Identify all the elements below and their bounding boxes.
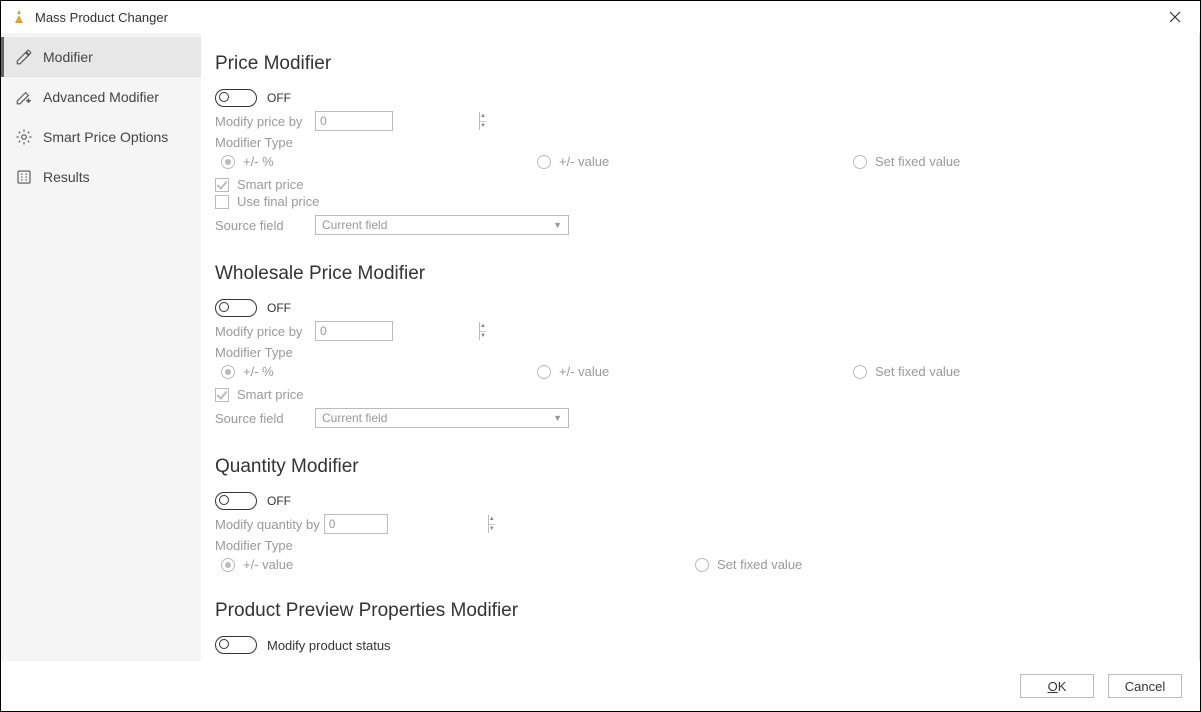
modifier-type-label: Modifier Type [215,345,1169,360]
modify-price-input[interactable]: ▲▼ [315,111,393,131]
source-field-label: Source field [215,218,315,233]
radio-value[interactable]: +/- value [221,557,695,572]
gear-price-icon [15,128,33,146]
sidebar-item-label: Modifier [43,49,93,65]
smart-price-check[interactable]: Smart price [215,387,1169,402]
price-modtype-radios: +/- % +/- value Set fixed value [215,154,1169,169]
modify-price-label: Modify price by [215,114,315,129]
quantity-modtype-radios: +/- value Set fixed value [215,557,1169,572]
spin-down[interactable]: ▼ [489,525,495,534]
section-title: Price Modifier [215,53,1169,75]
spin-up[interactable]: ▲ [480,112,486,122]
close-button[interactable] [1160,2,1190,32]
checkbox-icon [215,178,229,192]
app-icon [11,9,27,25]
section-title: Quantity Modifier [215,456,1169,478]
spin-up[interactable]: ▲ [480,322,486,332]
window-title: Mass Product Changer [35,10,1160,25]
footer: OK Cancel [1,661,1200,711]
modify-quantity-input[interactable]: ▲▼ [324,514,388,534]
edit-plus-icon [15,88,33,106]
wholesale-modtype-radios: +/- % +/- value Set fixed value [215,364,1169,379]
section-preview-modifier: Product Preview Properties Modifier Modi… [215,600,1169,654]
modify-price-value[interactable] [316,112,479,130]
smart-price-check[interactable]: Smart price [215,177,1169,192]
radio-icon [695,558,709,572]
spin-up[interactable]: ▲ [489,515,495,525]
cancel-button[interactable]: Cancel [1108,674,1182,698]
spin-down[interactable]: ▼ [480,332,486,341]
price-toggle-label: OFF [267,91,291,105]
modify-wholesale-input[interactable]: ▲▼ [315,321,393,341]
radio-fixed[interactable]: Set fixed value [853,364,1169,379]
radio-icon [537,365,551,379]
results-icon [15,168,33,186]
status-toggle-label: Modify product status [267,638,391,653]
wholesale-toggle-label: OFF [267,301,291,315]
radio-fixed[interactable]: Set fixed value [853,154,1169,169]
modifier-type-label: Modifier Type [215,538,1169,553]
section-quantity-modifier: Quantity Modifier OFF Modify quantity by… [215,456,1169,572]
checkbox-icon [215,195,229,209]
radio-value[interactable]: +/- value [537,154,853,169]
wholesale-toggle[interactable] [215,299,257,317]
section-wholesale-modifier: Wholesale Price Modifier OFF Modify pric… [215,263,1169,428]
modify-wholesale-value[interactable] [316,322,479,340]
sidebar-item-results[interactable]: Results [1,157,201,197]
radio-icon [221,365,235,379]
radio-icon [221,558,235,572]
radio-icon [221,155,235,169]
sidebar-item-label: Results [43,169,90,185]
edit-icon [15,48,33,66]
price-toggle[interactable] [215,89,257,107]
quantity-toggle[interactable] [215,492,257,510]
sidebar-item-smart-price[interactable]: Smart Price Options [1,117,201,157]
section-title: Product Preview Properties Modifier [215,600,1169,622]
source-field-label: Source field [215,411,315,426]
wholesale-source-select[interactable]: Current field ▼ [315,408,569,428]
radio-icon [537,155,551,169]
use-final-price-check[interactable]: Use final price [215,194,1169,209]
spin-down[interactable]: ▼ [480,122,486,131]
checkbox-icon [215,388,229,402]
radio-fixed[interactable]: Set fixed value [695,557,1169,572]
sidebar: Modifier Advanced Modifier Smart Price O… [1,33,201,661]
titlebar: Mass Product Changer [1,1,1200,33]
chevron-down-icon: ▼ [553,220,562,230]
source-field-select[interactable]: Current field ▼ [315,215,569,235]
ok-button[interactable]: OK [1020,674,1094,698]
sidebar-item-advanced-modifier[interactable]: Advanced Modifier [1,77,201,117]
sidebar-item-modifier[interactable]: Modifier [1,37,201,77]
section-price-modifier: Price Modifier OFF Modify price by ▲▼ Mo… [215,53,1169,235]
radio-icon [853,365,867,379]
radio-value[interactable]: +/- value [537,364,853,379]
modify-quantity-label: Modify quantity by [215,517,320,532]
radio-pct[interactable]: +/- % [221,154,537,169]
modifier-type-label: Modifier Type [215,135,1169,150]
radio-pct[interactable]: +/- % [221,364,537,379]
sidebar-item-label: Advanced Modifier [43,89,159,105]
modify-quantity-value[interactable] [325,515,488,533]
modify-price-label: Modify price by [215,324,315,339]
content-area: Price Modifier OFF Modify price by ▲▼ Mo… [201,33,1200,661]
status-toggle[interactable] [215,636,257,654]
chevron-down-icon: ▼ [553,413,562,423]
sidebar-item-label: Smart Price Options [43,129,168,145]
radio-icon [853,155,867,169]
quantity-toggle-label: OFF [267,494,291,508]
section-title: Wholesale Price Modifier [215,263,1169,285]
